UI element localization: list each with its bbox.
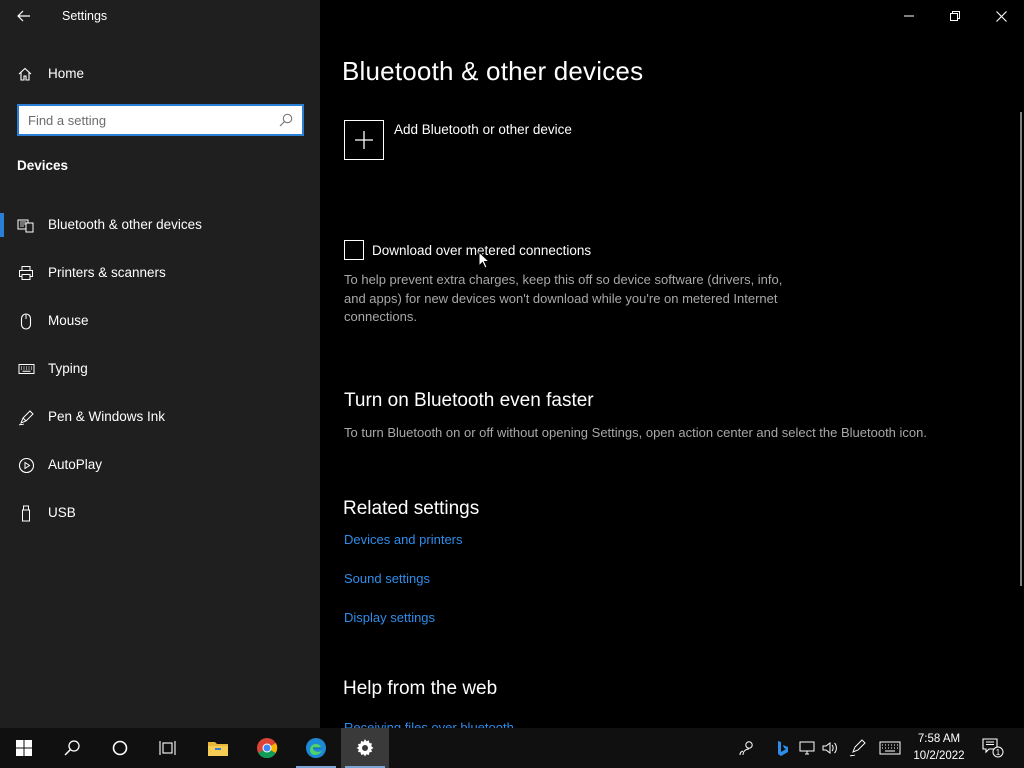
sidebar-nav: Bluetooth & other devices Printers & sca…	[0, 201, 320, 537]
task-view-button[interactable]	[144, 728, 192, 768]
home-nav-item[interactable]: Home	[0, 56, 320, 92]
window-controls	[886, 0, 1024, 32]
gear-icon	[356, 739, 374, 757]
printer-icon	[17, 264, 35, 282]
search-input[interactable]	[19, 112, 269, 128]
clock-time: 7:58 AM	[917, 733, 961, 745]
volume-button[interactable]	[819, 728, 841, 768]
plus-icon	[355, 131, 373, 149]
devices-printers-link[interactable]: Devices and printers	[344, 532, 463, 547]
search-taskbar-button[interactable]	[48, 728, 96, 768]
sidebar-item-label: Mouse	[48, 313, 89, 328]
sidebar-item-printers[interactable]: Printers & scanners	[0, 249, 320, 297]
home-label: Home	[48, 66, 85, 81]
cortana-icon	[112, 740, 128, 756]
display-settings-link[interactable]: Display settings	[344, 610, 435, 625]
volume-icon	[822, 742, 837, 754]
close-icon	[995, 10, 1007, 22]
keyboard-icon	[17, 360, 35, 378]
keyboard-icon	[879, 741, 901, 755]
sidebar-item-label: Typing	[48, 361, 88, 376]
page-title: Bluetooth & other devices	[342, 56, 644, 86]
task-view-icon	[159, 741, 176, 755]
chrome-button[interactable]	[243, 728, 291, 768]
bluetooth-devices-icon	[17, 216, 35, 234]
folder-icon	[208, 742, 228, 756]
faster-heading: Turn on Bluetooth even faster	[344, 390, 594, 411]
home-icon	[17, 66, 33, 87]
minimize-button[interactable]	[886, 0, 932, 32]
people-button[interactable]	[735, 728, 759, 768]
app-title: Settings	[62, 9, 108, 23]
minimize-icon	[904, 15, 914, 17]
sidebar-item-label: AutoPlay	[48, 457, 103, 472]
sidebar-item-label: Bluetooth & other devices	[48, 217, 202, 232]
windows-ink-button[interactable]	[846, 728, 870, 768]
settings-taskbar-button[interactable]	[341, 728, 389, 768]
devices-section-title: Devices	[17, 158, 69, 173]
mouse-icon	[17, 312, 35, 330]
metered-checkbox[interactable]	[344, 240, 364, 260]
clock-date: 10/2/2022	[913, 750, 965, 762]
sidebar-item-mouse[interactable]: Mouse	[0, 297, 320, 345]
restore-icon	[950, 11, 960, 21]
start-button[interactable]	[0, 728, 48, 768]
back-button[interactable]	[8, 4, 40, 28]
edge-icon	[306, 738, 326, 758]
receiving-files-link[interactable]: Receiving files over bluetooth	[344, 720, 514, 728]
sidebar-item-label: Pen & Windows Ink	[48, 409, 166, 424]
network-icon	[799, 741, 815, 755]
touch-keyboard-button[interactable]	[876, 728, 904, 768]
search-icon	[64, 740, 80, 756]
file-explorer-button[interactable]	[194, 728, 242, 768]
notification-icon: 1	[982, 738, 1004, 758]
restore-button[interactable]	[932, 0, 978, 32]
cortana-button[interactable]	[96, 728, 144, 768]
people-icon	[739, 741, 753, 756]
sidebar-item-label: USB	[48, 505, 76, 520]
add-device-label[interactable]: Add Bluetooth or other device	[394, 122, 572, 137]
sidebar-item-bluetooth[interactable]: Bluetooth & other devices	[0, 201, 320, 249]
pen-icon	[17, 408, 35, 426]
network-button[interactable]	[796, 728, 818, 768]
edge-button[interactable]	[292, 728, 340, 768]
mouse-cursor-icon	[478, 251, 490, 269]
faster-description: To turn Bluetooth on or off without open…	[344, 425, 927, 440]
main-content: Bluetooth & other devices Add Bluetooth …	[320, 0, 1024, 728]
usb-icon	[17, 504, 35, 522]
action-center-button[interactable]: 1	[978, 728, 1008, 768]
clock[interactable]: 7:58 AM 10/2/2022	[906, 731, 972, 765]
windows-logo-icon	[16, 740, 32, 756]
sidebar: Settings Home Devices Bluetooth & other …	[0, 0, 320, 728]
close-button[interactable]	[978, 0, 1024, 32]
bing-button[interactable]	[773, 728, 793, 768]
search-icon[interactable]	[279, 113, 293, 132]
notification-count: 1	[996, 748, 1001, 757]
add-device-button[interactable]	[344, 120, 384, 160]
taskbar: 7:58 AM 10/2/2022 1	[0, 728, 1024, 768]
help-web-heading: Help from the web	[343, 678, 498, 699]
pen-icon	[849, 739, 866, 757]
autoplay-icon	[17, 456, 35, 474]
sound-settings-link[interactable]: Sound settings	[344, 571, 430, 586]
bing-icon	[778, 741, 788, 756]
sidebar-item-label: Printers & scanners	[48, 265, 166, 280]
sidebar-item-autoplay[interactable]: AutoPlay	[0, 441, 320, 489]
metered-checkbox-row[interactable]: Download over metered connections	[344, 240, 591, 260]
metered-description: To help prevent extra charges, keep this…	[344, 272, 783, 324]
related-settings-heading: Related settings	[343, 498, 480, 519]
sidebar-item-typing[interactable]: Typing	[0, 345, 320, 393]
chrome-icon	[257, 738, 278, 759]
sidebar-item-usb[interactable]: USB	[0, 489, 320, 537]
scrollbar[interactable]	[1020, 112, 1022, 586]
sidebar-item-pen[interactable]: Pen & Windows Ink	[0, 393, 320, 441]
back-arrow-icon	[17, 10, 30, 22]
search-box[interactable]	[17, 104, 304, 136]
settings-window: Settings Home Devices Bluetooth & other …	[0, 0, 1024, 728]
